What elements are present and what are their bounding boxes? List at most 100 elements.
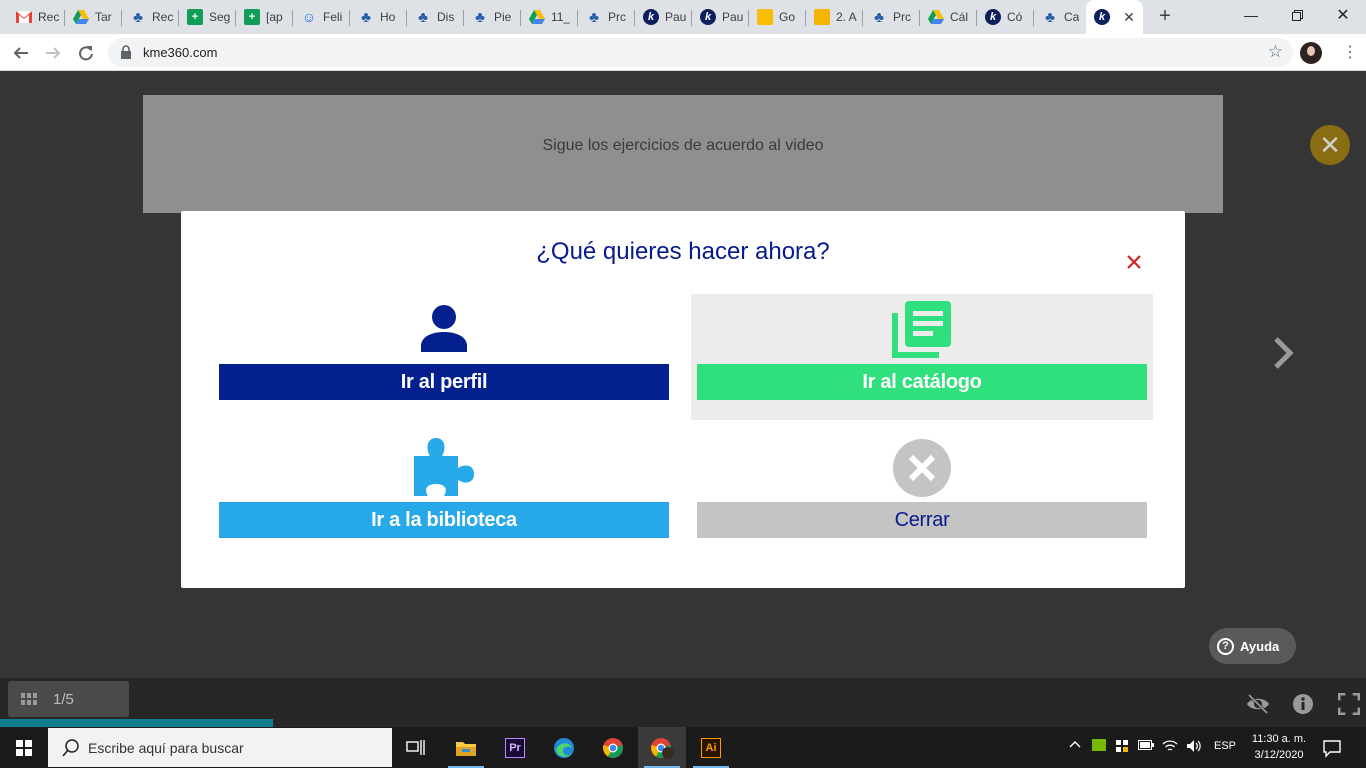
wifi-icon[interactable]: [1162, 739, 1178, 755]
language-indicator[interactable]: ESP: [1214, 740, 1236, 752]
notification-center-icon[interactable]: [1322, 738, 1342, 758]
file-explorer-app[interactable]: [442, 727, 490, 768]
browser-tab[interactable]: Go: [749, 4, 805, 30]
tab-label: [ap: [266, 10, 283, 24]
browser-tab[interactable]: 11_: [521, 4, 577, 30]
minimize-button[interactable]: —: [1228, 0, 1274, 30]
browser-tab[interactable]: ♣ Prc: [578, 4, 634, 30]
tab-label: Feli: [323, 10, 343, 24]
close-button[interactable]: Cerrar: [697, 502, 1147, 538]
back-button[interactable]: [8, 40, 34, 66]
tab-label: Rec: [152, 10, 174, 24]
sheets-icon: +: [244, 9, 260, 25]
tab-label: Tar: [95, 10, 112, 24]
restore-icon: [1291, 9, 1303, 21]
drive-icon: [73, 9, 89, 25]
tab-label: Go: [779, 10, 796, 24]
premiere-icon: Pr: [505, 737, 525, 758]
gmail-icon: [16, 9, 32, 25]
browser-tab[interactable]: ☺ Feli: [293, 4, 349, 30]
security-icon[interactable]: [1114, 739, 1130, 755]
tab-label: Dis: [437, 10, 455, 24]
tab-label: Có: [1007, 10, 1023, 24]
fullscreen-icon[interactable]: [1337, 693, 1361, 715]
task-view-button[interactable]: [392, 727, 440, 768]
tab-label: 11_: [551, 10, 571, 24]
close-window-button[interactable]: ✕: [1320, 0, 1366, 30]
browser-menu-icon[interactable]: ⋮: [1340, 42, 1360, 64]
slide-header: Sigue los ejercicios de acuerdo al video: [143, 95, 1223, 213]
browser-tab[interactable]: Cál: [920, 4, 976, 30]
k-icon: k: [985, 9, 1001, 25]
bookmark-star-icon[interactable]: ☆: [1268, 42, 1283, 62]
lock-icon: [121, 45, 131, 59]
browser-tab[interactable]: ♣ Pie: [464, 4, 520, 30]
puzzle-icon: [414, 438, 474, 496]
browser-tab-strip: Rec Tar ♣ Rec + Seg + [ap ☺ Feli ♣ Ho ♣ Dis ♣ Pie 11_ ♣ Pr…: [0, 0, 1366, 34]
page-close-button[interactable]: ✕: [1310, 125, 1350, 165]
hide-eye-icon[interactable]: [1246, 693, 1270, 715]
folder-icon: [456, 741, 476, 756]
browser-tab[interactable]: k Pau: [692, 4, 748, 30]
option-profile[interactable]: Ir al perfil: [213, 294, 675, 420]
browser-tab[interactable]: Tar: [65, 4, 121, 30]
info-icon[interactable]: [1291, 693, 1315, 715]
clock[interactable]: 11:30 a. m. 3/12/2020: [1246, 731, 1312, 763]
restore-button[interactable]: [1274, 0, 1320, 30]
browser-tab[interactable]: ♣ Ho: [350, 4, 406, 30]
forward-button[interactable]: [40, 40, 66, 66]
browser-tab[interactable]: k Có: [977, 4, 1033, 30]
tree-icon: ♣: [589, 8, 599, 26]
option-close[interactable]: Cerrar: [691, 432, 1153, 558]
sheets-icon: +: [187, 9, 203, 25]
volume-icon[interactable]: [1186, 739, 1202, 755]
premiere-app[interactable]: Pr: [491, 727, 539, 768]
nvidia-icon[interactable]: [1091, 739, 1107, 755]
library-button[interactable]: Ir a la biblioteca: [219, 502, 669, 538]
close-tab-button[interactable]: ✕: [1121, 9, 1137, 25]
next-slide-arrow-icon[interactable]: [1268, 333, 1298, 373]
chevron-up-icon[interactable]: [1067, 739, 1083, 755]
chrome-profile-app[interactable]: [638, 727, 686, 768]
windows-taskbar: Escribe aquí para buscar Pr Ai ESP 11:30…: [0, 727, 1366, 768]
new-tab-button[interactable]: +: [1154, 6, 1176, 28]
tab-label: 2. A: [836, 10, 857, 24]
browser-tab[interactable]: ♣ Ca: [1034, 4, 1090, 30]
profile-button[interactable]: Ir al perfil: [219, 364, 669, 400]
edge-app[interactable]: [540, 727, 588, 768]
task-view-icon: [406, 739, 425, 755]
reload-button[interactable]: [73, 40, 99, 66]
dialog-close-icon[interactable]: [1123, 251, 1145, 273]
tab-active[interactable]: k ✕: [1086, 0, 1143, 34]
tree-icon: ♣: [874, 8, 884, 26]
clock-time: 11:30 a. m.: [1251, 733, 1307, 745]
option-library[interactable]: Ir a la biblioteca: [213, 432, 675, 558]
slide-pager[interactable]: 1/5: [8, 681, 129, 717]
browser-tab[interactable]: ♣ Rec: [122, 4, 178, 30]
tab-label: Pie: [494, 10, 512, 24]
k-icon: k: [643, 9, 659, 25]
illustrator-app[interactable]: Ai: [687, 727, 735, 768]
help-button[interactable]: ? Ayuda: [1209, 628, 1296, 664]
browser-tab[interactable]: k Pau: [635, 4, 691, 30]
battery-icon[interactable]: [1138, 739, 1154, 755]
tab-label: Cál: [950, 10, 969, 24]
profile-avatar[interactable]: [1300, 42, 1322, 64]
browser-tab[interactable]: 2. A: [806, 4, 862, 30]
forward-arrow-icon: [46, 47, 61, 59]
browser-tab[interactable]: ♣ Dis: [407, 4, 463, 30]
chrome-app[interactable]: [589, 727, 637, 768]
address-bar[interactable]: kme360.com ☆: [108, 38, 1293, 67]
browser-tab[interactable]: Rec: [8, 4, 64, 30]
browser-tab[interactable]: ♣ Prc: [863, 4, 919, 30]
browser-tab[interactable]: + [ap: [236, 4, 292, 30]
catalog-button[interactable]: Ir al catálogo: [697, 364, 1147, 400]
taskbar-search-box[interactable]: Escribe aquí para buscar: [48, 728, 392, 767]
option-catalog[interactable]: Ir al catálogo: [691, 294, 1153, 420]
browser-tab[interactable]: + Seg: [179, 4, 235, 30]
tab-label: Seg: [209, 10, 231, 24]
slide-text: Sigue los ejercicios de acuerdo al video: [542, 137, 824, 154]
k-icon: k: [1094, 9, 1110, 25]
start-button[interactable]: [0, 727, 48, 768]
url-text: kme360.com: [143, 45, 218, 60]
